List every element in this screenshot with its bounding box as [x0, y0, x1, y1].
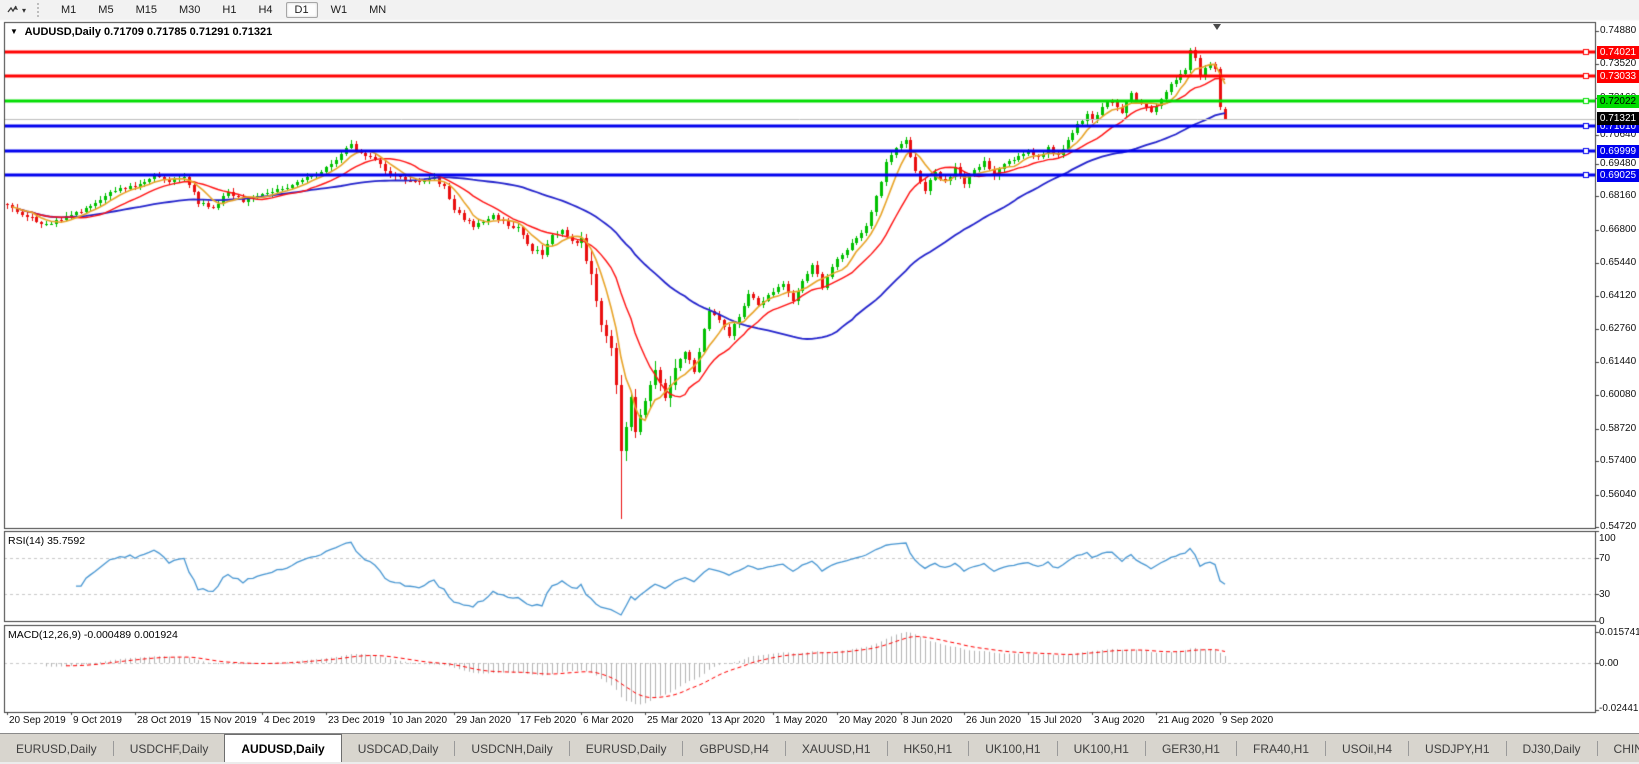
date-tick-label: 26 Jun 2020: [966, 715, 1022, 726]
rsi-tick-label: 30: [1599, 589, 1611, 600]
date-tick-label: 15 Nov 2019: [200, 715, 257, 726]
date-tick-label: 21 Aug 2020: [1158, 715, 1215, 726]
price-tick-label: 0.65440: [1600, 257, 1637, 268]
price-tick-label: 0.68160: [1600, 190, 1637, 201]
date-tick-label: 15 Jul 2020: [1030, 715, 1082, 726]
price-tick-label: 0.54720: [1600, 521, 1637, 532]
chart-ohlc-values: 0.71709 0.71785 0.71291 0.71321: [104, 26, 273, 38]
price-line-badge: 0.74021: [1597, 46, 1639, 59]
symbol-tab-usdjpy-h1[interactable]: USDJPY,H1: [1409, 734, 1505, 763]
symbol-tab-china300-h1[interactable]: CHINA300,H1: [1598, 734, 1639, 763]
chart-canvas[interactable]: [0, 0, 1639, 764]
symbol-tab-fra40-h1[interactable]: FRA40,H1: [1237, 734, 1325, 763]
date-tick-label: 23 Dec 2019: [328, 715, 385, 726]
symbol-tab-xauusd-h1[interactable]: XAUUSD,H1: [786, 734, 887, 763]
symbol-tab-hk50-h1[interactable]: HK50,H1: [888, 734, 969, 763]
symbol-tab-ger30-h1[interactable]: GER30,H1: [1146, 734, 1236, 763]
price-tick-label: 0.60080: [1600, 389, 1637, 400]
rsi-tick-label: 70: [1599, 553, 1611, 564]
price-tick-label: 0.73520: [1600, 58, 1637, 69]
symbol-tab-eurusd-daily[interactable]: EURUSD,Daily: [0, 734, 113, 763]
price-line-badge: 0.69999: [1597, 145, 1639, 158]
price-tick-label: 0.69480: [1600, 158, 1637, 169]
symbol-tab-uk100-h1[interactable]: UK100,H1: [969, 734, 1056, 763]
symbol-tab-bar: EURUSD,Daily USDCHF,Daily AUDUSD,Daily USDC…: [0, 733, 1639, 763]
date-tick-label: 3 Aug 2020: [1094, 715, 1145, 726]
symbol-tab-usoil-h4[interactable]: USOil,H4: [1326, 734, 1408, 763]
price-line-badge: 0.72022: [1597, 95, 1639, 108]
macd-tick-label: 0.015741: [1599, 627, 1639, 638]
symbol-tabs: EURUSD,Daily USDCHF,Daily AUDUSD,Daily USDC…: [0, 734, 1639, 763]
date-tick-label: 9 Oct 2019: [73, 715, 122, 726]
symbol-tab-gbpusd-h4[interactable]: GBPUSD,H4: [683, 734, 784, 763]
symbol-tab-audusd-daily[interactable]: AUDUSD,Daily: [224, 734, 342, 763]
price-tick-label: 0.74880: [1600, 25, 1637, 36]
date-tick-label: 9 Sep 2020: [1222, 715, 1274, 726]
price-tick-label: 0.58720: [1600, 423, 1637, 434]
trading-app-window: ▾ M1M5M15M30H1H4D1W1MN ▼ AUDUSD,Daily 0.…: [0, 0, 1639, 764]
date-tick-label: 28 Oct 2019: [137, 715, 192, 726]
date-tick-label: 6 Mar 2020: [583, 715, 634, 726]
price-tick-label: 0.61440: [1600, 356, 1637, 367]
date-tick-label: 8 Jun 2020: [903, 715, 953, 726]
rsi-tick-label: 100: [1599, 533, 1616, 544]
rsi-indicator-label: RSI(14) 35.7592: [8, 535, 86, 547]
chart-title[interactable]: ▼ AUDUSD,Daily 0.71709 0.71785 0.71291 0…: [10, 26, 272, 38]
date-tick-label: 13 Apr 2020: [711, 715, 765, 726]
price-tick-label: 0.57400: [1600, 455, 1637, 466]
date-tick-label: 10 Jan 2020: [392, 715, 448, 726]
date-tick-label: 1 May 2020: [775, 715, 828, 726]
rsi-tick-label: 0: [1599, 616, 1605, 627]
date-tick-label: 4 Dec 2019: [264, 715, 316, 726]
date-tick-label: 29 Jan 2020: [456, 715, 512, 726]
chart-symbol-period: AUDUSD,Daily: [24, 26, 101, 38]
date-tick-label: 20 Sep 2019: [9, 715, 66, 726]
price-line-badge: 0.73033: [1597, 70, 1639, 83]
price-tick-label: 0.62760: [1600, 323, 1637, 334]
symbol-tab-uk100-h1[interactable]: UK100,H1: [1058, 734, 1145, 763]
price-tick-label: 0.66800: [1600, 224, 1637, 235]
symbol-tab-usdcnh-daily[interactable]: USDCNH,Daily: [455, 734, 568, 763]
symbol-tab-dj30-daily[interactable]: DJ30,Daily: [1507, 734, 1597, 763]
symbol-tab-eurusd-daily[interactable]: EURUSD,Daily: [570, 734, 683, 763]
price-tick-label: 0.64120: [1600, 290, 1637, 301]
symbol-tab-usdcad-daily[interactable]: USDCAD,Daily: [342, 734, 455, 763]
price-tick-label: 0.56040: [1600, 489, 1637, 500]
date-tick-label: 20 May 2020: [839, 715, 897, 726]
macd-tick-label: 0.00: [1599, 658, 1619, 669]
date-tick-label: 25 Mar 2020: [647, 715, 704, 726]
current-price-badge: 0.71321: [1597, 112, 1639, 125]
chart-dropdown-icon[interactable]: ▼: [10, 27, 18, 36]
chart-shift-marker[interactable]: [1213, 24, 1221, 30]
date-tick-label: 17 Feb 2020: [520, 715, 577, 726]
macd-indicator-label: MACD(12,26,9) -0.000489 0.001924: [8, 629, 178, 641]
price-line-badge: 0.69025: [1597, 169, 1639, 182]
symbol-tab-usdchf-daily[interactable]: USDCHF,Daily: [114, 734, 225, 763]
macd-tick-label: -0.024412: [1599, 703, 1639, 714]
